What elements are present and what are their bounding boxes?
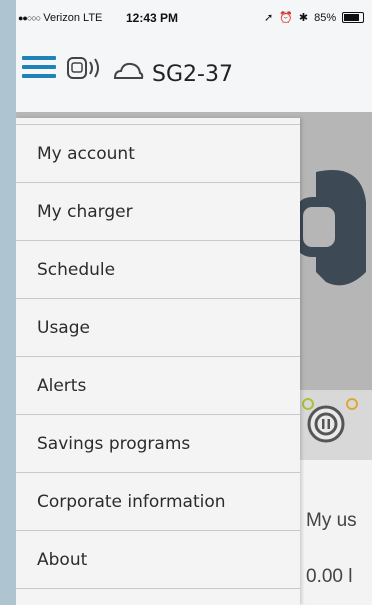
menu-item-corporate-information[interactable]: Corporate information [16, 473, 300, 531]
charger-signal-icon [67, 57, 99, 79]
menu-item-label: Alerts [37, 375, 87, 396]
hamburger-menu-icon[interactable] [22, 56, 58, 86]
menu-item-label: My charger [37, 201, 133, 222]
drawer-top-divider [16, 118, 300, 125]
menu-item-label: Usage [37, 317, 90, 338]
status-bar: ●●○○○ Verizon LTE 12:43 PM ➚ ⏰ ✱ 85% [16, 0, 372, 40]
carrier-name: Verizon [43, 12, 80, 24]
menu-item-my-account[interactable]: My account [16, 125, 300, 183]
menu-item-label: About [37, 549, 88, 570]
alarm-icon: ⏰ [279, 12, 293, 24]
menu-item-usage[interactable]: Usage [16, 299, 300, 357]
signal-strength-icon: ●●○○○ [18, 13, 41, 23]
menu-item-label: My account [37, 143, 135, 164]
status-time: 12:43 PM [126, 11, 179, 25]
bluetooth-icon: ✱ [298, 12, 309, 24]
battery-percent: 85% [314, 11, 337, 24]
menu-item-my-charger[interactable]: My charger [16, 183, 300, 241]
menu-item-label: Schedule [37, 259, 116, 280]
power-button-icon [302, 398, 358, 443]
menu-item-schedule[interactable]: Schedule [16, 241, 300, 299]
carrier-info: ●●○○○ Verizon LTE [18, 12, 102, 24]
cloud-icon [113, 62, 144, 79]
status-right: ➚ ⏰ ✱ 85% [264, 11, 365, 24]
location-icon: ➚ [264, 12, 274, 24]
battery-icon [342, 12, 365, 23]
app-header: SG2-37 [16, 40, 372, 112]
charger-status-strip [296, 390, 372, 460]
network-type: LTE [83, 12, 103, 24]
usage-value: 0.00 l [306, 566, 353, 587]
menu-item-about[interactable]: About [16, 531, 300, 589]
menu-item-label: Corporate information [37, 491, 226, 512]
menu-item-label: Savings programs [37, 433, 191, 454]
navigation-drawer: My account My charger Schedule Usage Ale… [16, 118, 300, 605]
device-name: SG2-37 [152, 62, 233, 87]
menu-item-savings-programs[interactable]: Savings programs [16, 415, 300, 473]
menu-item-alerts[interactable]: Alerts [16, 357, 300, 415]
usage-label: My us [306, 510, 357, 531]
phone-screen: ●●○○○ Verizon LTE 12:43 PM ➚ ⏰ ✱ 85% SG2… [16, 0, 372, 605]
